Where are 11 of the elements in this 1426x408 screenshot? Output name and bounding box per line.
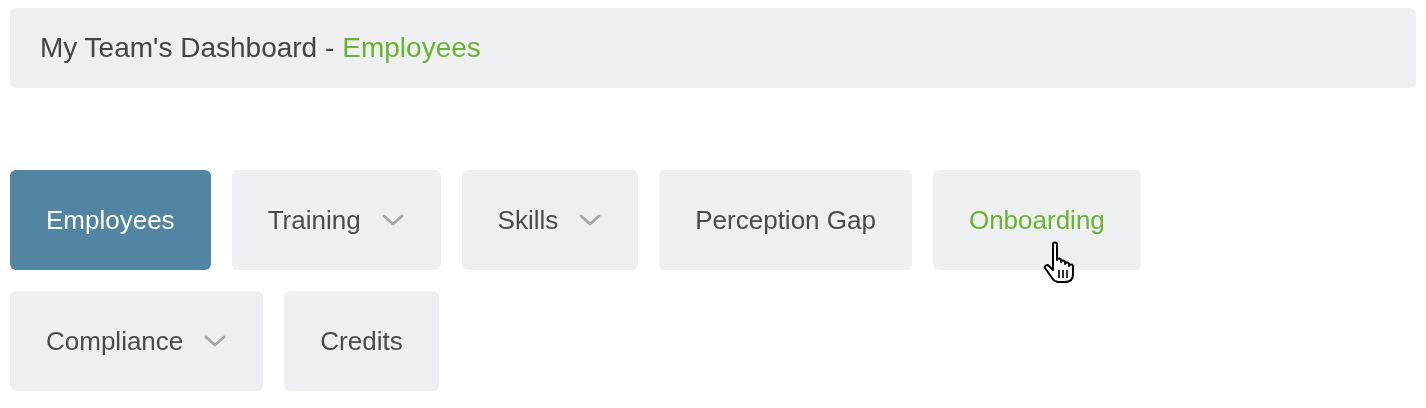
header-section: Employees <box>342 27 481 69</box>
nav-tab[interactable]: Employees <box>10 170 211 270</box>
chevron-down-icon <box>380 213 405 227</box>
chevron-down-icon <box>578 213 603 227</box>
nav-tab[interactable]: Training <box>231 170 441 270</box>
nav-tab[interactable]: Perception Gap <box>659 170 912 270</box>
nav-tab[interactable]: Skills <box>461 170 639 270</box>
chevron-down-icon <box>203 334 228 348</box>
nav-tab[interactable]: Compliance <box>10 291 264 391</box>
header-title: My Team's Dashboard - <box>40 31 335 65</box>
nav-tab[interactable]: Credits <box>284 291 439 391</box>
